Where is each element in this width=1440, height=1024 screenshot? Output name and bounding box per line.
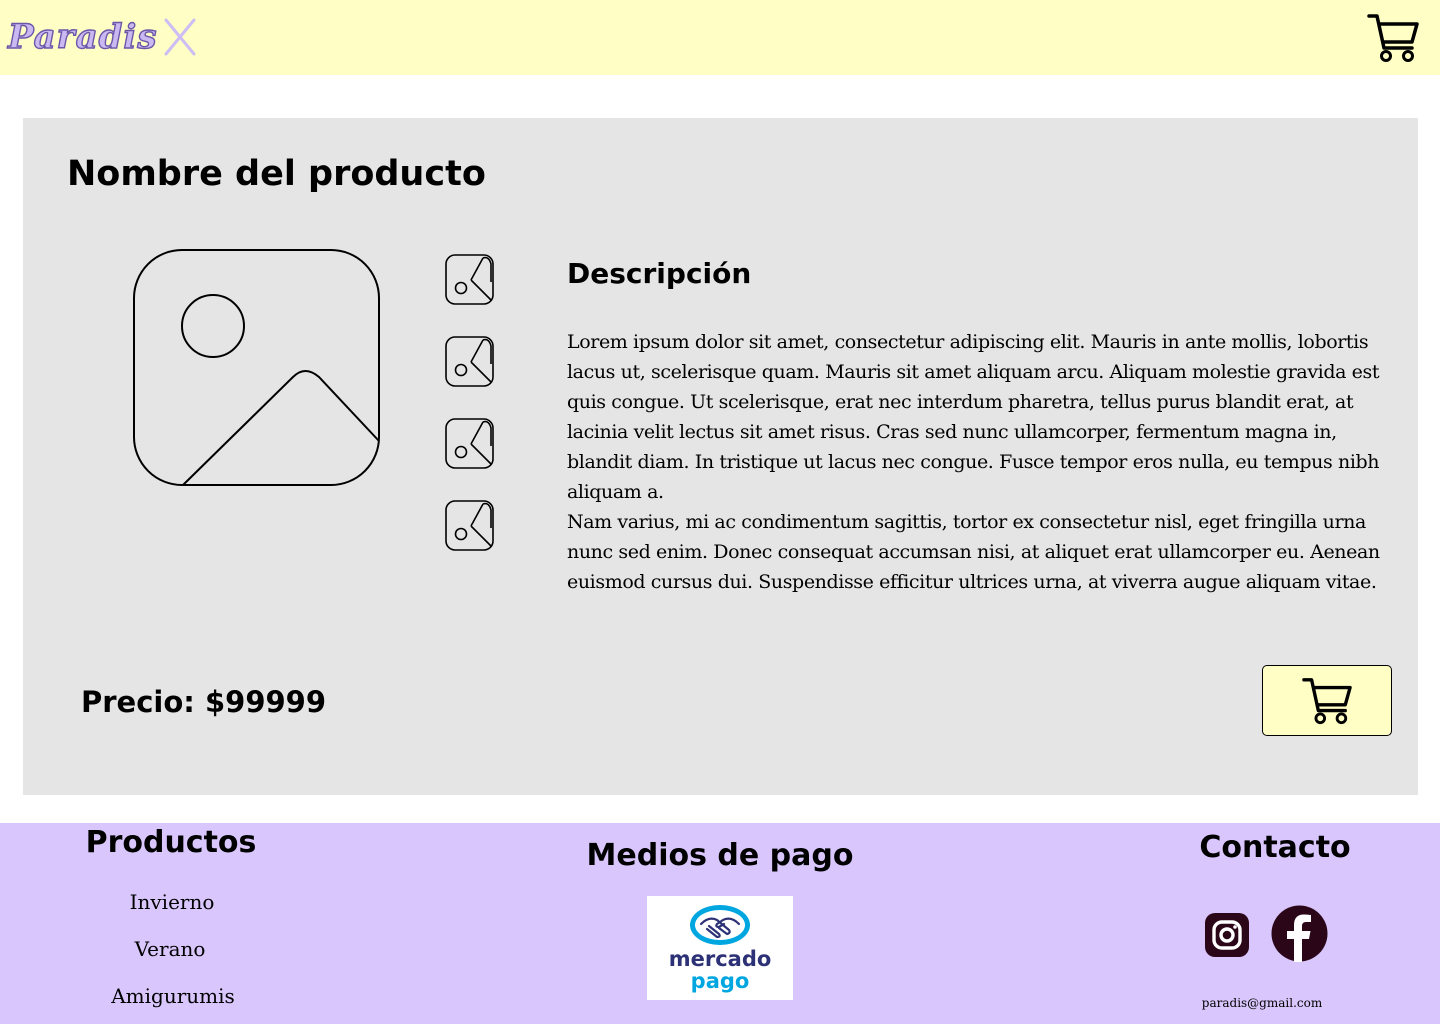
thumbnail-image-icon[interactable] [445, 336, 495, 388]
brand-logo[interactable]: Paradis [7, 14, 197, 60]
site-footer: Productos Invierno Verano Amigurumis Med… [0, 823, 1440, 1024]
description-title: Descripción [567, 257, 752, 290]
handshake-icon [690, 905, 750, 945]
thumbnail-image-icon[interactable] [445, 254, 495, 306]
description-paragraph: Nam varius, mi ac condimentum sagittis, … [567, 511, 1380, 593]
description-paragraph: Lorem ipsum dolor sit amet, consectetur … [567, 331, 1380, 503]
mercadopago-logo: mercado pago [647, 896, 793, 1000]
mercadopago-text-line2: pago [690, 969, 750, 993]
thumbnail-image-icon[interactable] [445, 418, 495, 470]
instagram-icon[interactable] [1205, 913, 1249, 957]
shopping-cart-icon [1302, 677, 1352, 724]
thumbnail-image-icon[interactable] [445, 500, 495, 552]
image-placeholder-icon [133, 249, 380, 486]
mercadopago-text-line1: mercado [668, 947, 772, 971]
footer-link-verano[interactable]: Verano [135, 935, 206, 963]
add-to-cart-button[interactable] [1262, 665, 1392, 736]
product-card: Nombre del producto Descripción Lorem ip… [23, 118, 1418, 795]
facebook-icon[interactable] [1271, 905, 1328, 962]
payment-heading: Medios de pago [586, 838, 854, 873]
logo-text: Paradis [7, 16, 158, 57]
x-mark-icon [164, 18, 196, 56]
contact-heading: Contacto [1199, 830, 1351, 865]
footer-link-amigurumis[interactable]: Amigurumis [111, 982, 235, 1010]
site-header: Paradis [0, 0, 1440, 75]
description-text: Lorem ipsum dolor sit amet, consectetur … [567, 327, 1397, 597]
product-title: Nombre del producto [67, 154, 486, 194]
shopping-cart-icon[interactable] [1366, 12, 1420, 64]
contact-email[interactable]: paradis@gmail.com [1202, 995, 1322, 1011]
footer-link-invierno[interactable]: Invierno [130, 888, 215, 916]
products-heading: Productos [85, 825, 257, 860]
product-price: Precio: $99999 [81, 685, 327, 719]
